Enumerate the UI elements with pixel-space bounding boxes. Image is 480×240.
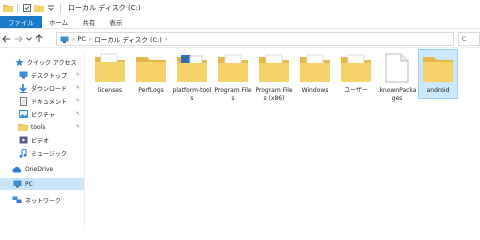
sidebar-item-label: ドキュメント (31, 98, 68, 106)
pc-icon (60, 36, 69, 43)
item-name: PerfLogs (138, 87, 164, 94)
folder-item[interactable]: PerfLogs (131, 50, 171, 95)
folder-with-document-icon (256, 50, 292, 86)
separator (17, 3, 18, 13)
folder-item[interactable]: platform-tools (172, 50, 212, 102)
folder-icon (3, 4, 13, 12)
breadcrumb-pc[interactable]: PC (77, 35, 85, 43)
download-icon (18, 83, 28, 93)
search-input[interactable]: C (458, 32, 480, 46)
pane-divider[interactable] (84, 52, 85, 227)
item-name: Windows (301, 87, 329, 94)
tab-share[interactable]: 共有 (75, 16, 102, 28)
sidebar-item-label: ビデオ (31, 137, 50, 145)
sidebar-item-network[interactable]: ネットワーク (0, 194, 84, 206)
forward-button[interactable] (12, 32, 24, 46)
sidebar-item-desktop[interactable]: デスクトップ ✎ (0, 69, 84, 81)
pin-icon: ✎ (75, 85, 80, 91)
chevron-right-icon: › (72, 35, 75, 43)
sidebar-item-label: クイック アクセス (27, 59, 77, 67)
customize-toolbar-icon[interactable] (46, 4, 56, 12)
desktop-icon (18, 70, 28, 80)
sidebar-item-label: ダウンロード (31, 85, 68, 93)
sidebar-item-label: OneDrive (25, 165, 54, 173)
sidebar-item-videos[interactable]: ビデオ (0, 134, 84, 146)
folder-with-files-icon (174, 50, 210, 86)
sidebar-item-quick-access[interactable]: クイック アクセス (0, 56, 84, 68)
folder-icon (133, 50, 169, 86)
arrow-up-icon (35, 34, 43, 42)
address-bar[interactable]: › PC › ローカル ディスク (C:) › (56, 32, 454, 46)
tab-home[interactable]: ホーム (42, 16, 75, 28)
back-button[interactable] (0, 32, 12, 46)
title-bar: ローカル ディスク (C:) (0, 0, 480, 16)
network-icon (12, 195, 22, 205)
sidebar-item-label: ミュージック (31, 150, 67, 158)
chevron-right-icon: › (164, 35, 168, 43)
folder-icon (420, 50, 456, 86)
folder-item[interactable]: Program Files (213, 50, 253, 102)
breadcrumb-local-disk[interactable]: ローカル ディスク (C:) (94, 34, 161, 44)
sidebar-item-onedrive[interactable]: OneDrive (0, 163, 84, 175)
sidebar-item-label: tools (31, 123, 46, 131)
sidebar-item-downloads[interactable]: ダウンロード ✎ (0, 82, 84, 94)
new-folder-icon[interactable] (34, 4, 44, 12)
cloud-icon (12, 164, 22, 174)
sidebar-item-label: デスクトップ (31, 72, 68, 80)
item-name: Program Files (x86) (255, 87, 293, 102)
folder-item[interactable]: ユーザー (336, 50, 376, 95)
item-name: ユーザー (344, 87, 368, 94)
item-name: android (426, 87, 450, 94)
document-icon (18, 96, 28, 106)
sidebar-item-label: ピクチャ (31, 111, 55, 119)
chevron-down-icon (25, 36, 32, 41)
folder-item-selected[interactable]: android (418, 49, 458, 99)
folder-with-document-icon (297, 50, 333, 86)
item-name: Program Files (214, 87, 252, 102)
arrow-right-icon (14, 35, 23, 42)
pin-icon: ✎ (75, 72, 80, 78)
recent-locations-button[interactable] (24, 32, 33, 46)
folder-item[interactable]: Windows (295, 50, 335, 95)
tab-file[interactable]: ファイル (0, 16, 42, 28)
item-name: licenses (97, 87, 123, 94)
pin-icon: ✎ (75, 98, 80, 104)
folder-with-document-icon (215, 50, 251, 86)
pin-icon: ✎ (75, 124, 80, 130)
arrow-left-icon (1, 35, 10, 42)
item-name: .knownPackages (377, 87, 417, 102)
folder-item[interactable]: licenses (90, 50, 130, 95)
pin-icon: ✎ (75, 111, 80, 117)
file-list: licenses PerfLogs platform-tools Program… (90, 46, 480, 227)
folder-with-document-icon (338, 50, 374, 86)
sidebar-item-pictures[interactable]: ピクチャ ✎ (0, 108, 84, 120)
up-button[interactable] (33, 32, 45, 46)
chevron-right-icon: › (88, 35, 92, 43)
properties-icon[interactable] (22, 4, 32, 12)
ribbon-tabs: ファイル ホーム 共有 表示 (0, 16, 480, 29)
pc-icon (12, 179, 22, 189)
sidebar-item-music[interactable]: ミュージック (0, 147, 84, 159)
folder-icon (18, 122, 28, 132)
search-placeholder: C (462, 35, 467, 43)
tab-view[interactable]: 表示 (102, 16, 129, 28)
sidebar-item-documents[interactable]: ドキュメント ✎ (0, 95, 84, 107)
window-title: ローカル ディスク (C:) (68, 4, 141, 12)
folder-item[interactable]: Program Files (x86) (254, 50, 294, 102)
star-icon (14, 57, 24, 67)
folder-with-document-icon (92, 50, 128, 86)
sidebar-item-pc[interactable]: PC (0, 178, 84, 190)
video-icon (18, 135, 28, 145)
item-name: platform-tools (172, 87, 212, 102)
separator (60, 3, 61, 13)
music-icon (18, 148, 28, 158)
picture-icon (18, 109, 28, 119)
sidebar-item-label: PC (25, 180, 33, 188)
blank-file-icon (379, 50, 415, 86)
navigation-pane: クイック アクセス デスクトップ ✎ ダウンロード ✎ ドキュメント ✎ ピクチ… (0, 52, 84, 227)
sidebar-item-label: ネットワーク (25, 197, 62, 205)
sidebar-item-tools[interactable]: tools ✎ (0, 121, 84, 133)
file-item[interactable]: .knownPackages (377, 50, 417, 102)
